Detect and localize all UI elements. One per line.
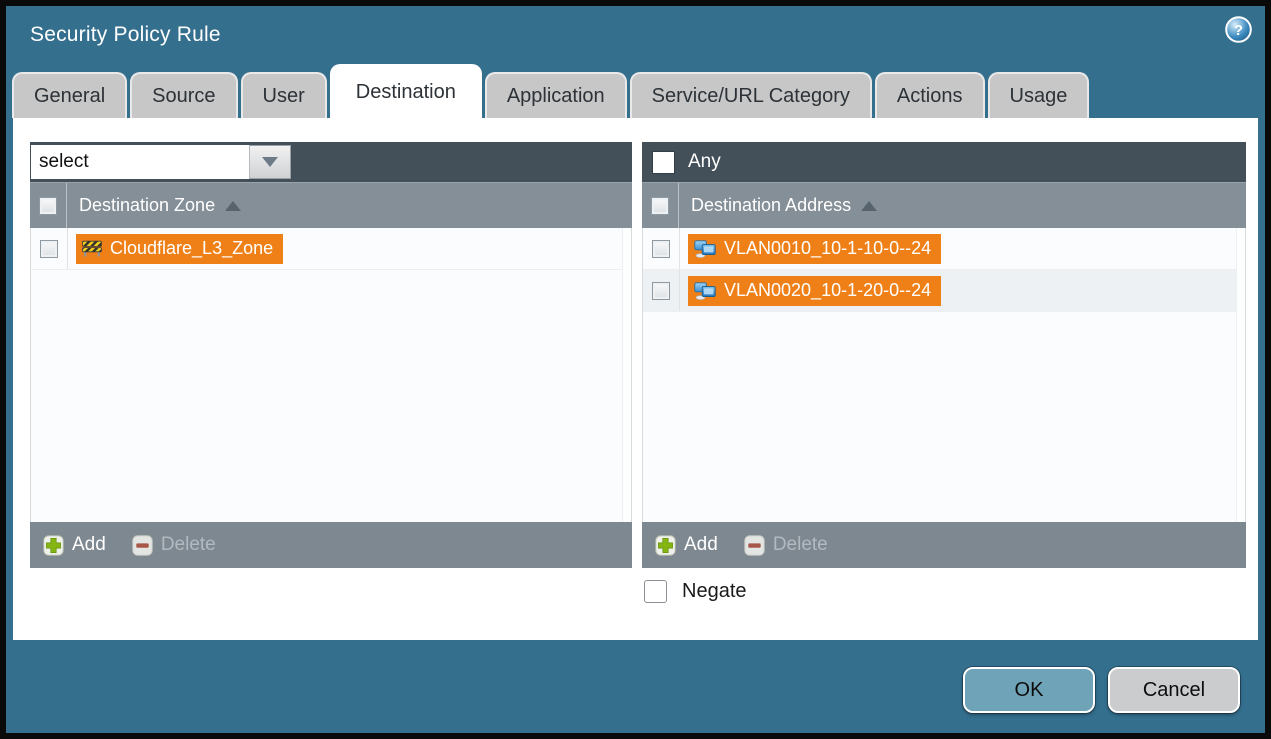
destination-address-panel: Any Destination Address [642,142,1246,568]
zone-panel-toolbar [30,142,632,182]
address-row-checkbox-1[interactable] [652,282,670,300]
tab-user[interactable]: User [241,72,327,118]
negate-label: Negate [682,580,747,603]
address-row: VLAN0010_10-1-10-0--24 [643,228,1245,270]
destination-zone-panel: Destination Zone [30,142,632,568]
any-label: Any [688,151,721,173]
address-panel-footer: Add Delete [642,522,1246,568]
svg-text:?: ? [1234,22,1243,39]
any-checkbox[interactable] [652,151,675,174]
zone-list: Cloudflare_L3_Zone [30,228,632,522]
address-row-checkbox-0[interactable] [652,240,670,258]
add-icon [655,535,676,556]
tab-bar: General Source User Destination Applicat… [12,64,1089,118]
sort-ascending-icon [225,201,241,211]
address-item-label: VLAN0010_10-1-10-0--24 [724,238,931,259]
delete-icon [744,535,765,556]
address-row: VLAN0020_10-1-20-0--24 [643,270,1245,312]
address-column-header[interactable]: Destination Address [642,182,1246,228]
delete-icon [132,535,153,556]
address-list: VLAN0010_10-1-10-0--24 [642,228,1246,522]
tab-application[interactable]: Application [485,72,627,118]
chevron-down-icon [262,157,278,167]
security-policy-rule-dialog: Security Policy Rule ? General Source Us… [6,6,1265,733]
zone-column-header[interactable]: Destination Zone [30,182,632,228]
negate-row: Negate [644,580,747,603]
help-icon[interactable]: ? [1225,16,1252,43]
address-panel-toolbar: Any [642,142,1246,182]
address-delete-button[interactable]: Delete [744,534,828,556]
zone-select-all-checkbox[interactable] [39,197,57,215]
add-icon [43,535,64,556]
zone-item-label: Cloudflare_L3_Zone [110,238,273,259]
dialog-title: Security Policy Rule [30,23,221,47]
address-item[interactable]: VLAN0010_10-1-10-0--24 [688,234,941,264]
zone-item[interactable]: Cloudflare_L3_Zone [76,234,283,264]
zone-column-label: Destination Zone [79,195,215,216]
zone-icon [82,240,102,257]
address-item[interactable]: VLAN0020_10-1-20-0--24 [688,276,941,306]
address-select-all-checkbox[interactable] [651,197,669,215]
sort-ascending-icon [861,201,877,211]
tab-service-url-category[interactable]: Service/URL Category [630,72,872,118]
address-column-label: Destination Address [691,195,851,216]
tab-destination[interactable]: Destination [330,64,482,118]
cancel-button[interactable]: Cancel [1108,667,1240,713]
ok-button[interactable]: OK [963,667,1095,713]
zone-row: Cloudflare_L3_Zone [31,228,631,270]
address-icon [694,282,716,300]
address-add-button[interactable]: Add [655,534,718,556]
zone-row-checkbox[interactable] [40,240,58,258]
tab-source[interactable]: Source [130,72,237,118]
destination-tab-content: Destination Zone [13,118,1258,640]
address-icon [694,240,716,258]
zone-delete-button[interactable]: Delete [132,534,216,556]
zone-type-combobox [31,145,291,179]
screen: Security Policy Rule ? General Source Us… [0,0,1271,739]
zone-type-dropdown-button[interactable] [249,145,291,179]
zone-type-select-input[interactable] [31,145,249,179]
zone-panel-footer: Add Delete [30,522,632,568]
tab-actions[interactable]: Actions [875,72,985,118]
tab-usage[interactable]: Usage [988,72,1090,118]
negate-checkbox[interactable] [644,580,667,603]
title-bar: Security Policy Rule ? [6,6,1265,66]
tab-general[interactable]: General [12,72,127,118]
zone-add-button[interactable]: Add [43,534,106,556]
address-item-label: VLAN0020_10-1-20-0--24 [724,280,931,301]
